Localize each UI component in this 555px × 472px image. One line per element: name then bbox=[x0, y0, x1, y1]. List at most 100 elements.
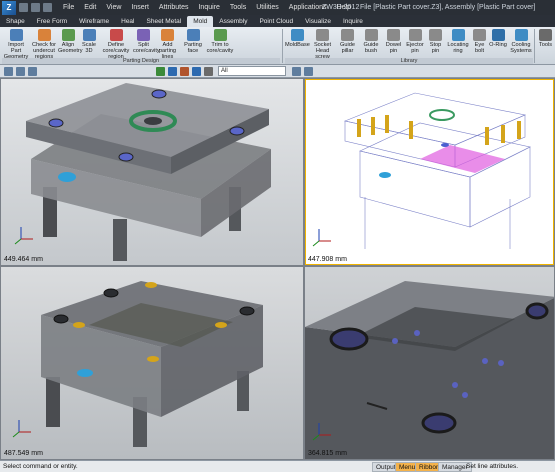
redo-icon[interactable] bbox=[28, 67, 37, 76]
parting-lines-button[interactable]: Add parting lines bbox=[155, 29, 180, 60]
title-bar: Z File Edit View Insert Attributes Inquire Too… bbox=[0, 0, 555, 15]
viewport-top-right[interactable]: 447.908 mm bbox=[304, 78, 555, 266]
menu-tools[interactable]: Tools bbox=[225, 0, 251, 15]
viewport-bottom-right[interactable]: 364.815 mm bbox=[304, 266, 555, 460]
axis-triad-icon bbox=[14, 227, 33, 245]
tab-free-form[interactable]: Free Form bbox=[31, 16, 73, 27]
viewport-bottom-left[interactable]: 487.549 mm bbox=[0, 266, 304, 460]
ejector-pin-button[interactable]: Ejector pin bbox=[405, 29, 425, 57]
ribbon-button-label: Eye bolt bbox=[474, 42, 485, 54]
menu-file[interactable]: File bbox=[58, 0, 79, 15]
status-message: Set line attributes. bbox=[466, 463, 519, 470]
wireframe-edges bbox=[343, 92, 531, 249]
menu-view[interactable]: View bbox=[101, 0, 126, 15]
tab-wireframe[interactable]: Wireframe bbox=[73, 16, 115, 27]
menu-inquire[interactable]: Inquire bbox=[193, 0, 224, 15]
o-ring-button[interactable]: O-Ring bbox=[489, 29, 507, 57]
cooling-fitting bbox=[379, 172, 391, 178]
parting-face-button[interactable]: Parting face bbox=[181, 29, 205, 57]
ribbon-button-label: Stop pin bbox=[429, 42, 442, 54]
import-part-button[interactable]: Import Part Geometry bbox=[3, 29, 29, 60]
leg bbox=[113, 219, 127, 261]
undo-icon[interactable] bbox=[16, 67, 25, 76]
tab-visualize[interactable]: Visualize bbox=[299, 16, 337, 27]
ribbon-button-label: Trim to core/cavity bbox=[206, 42, 234, 54]
view-size-readout: 364.815 mm bbox=[308, 450, 347, 457]
axis-triad-icon bbox=[12, 420, 31, 438]
view-toolbar: All bbox=[0, 65, 555, 78]
ribbon-button-label: Add parting lines bbox=[158, 42, 177, 60]
tab-mold[interactable]: Mold bbox=[187, 16, 214, 27]
tab-heal[interactable]: Heal bbox=[115, 16, 140, 27]
view-size-readout: 447.908 mm bbox=[308, 256, 347, 263]
window-title: File [Plastic Part cover.Z3], Assembly [… bbox=[360, 4, 536, 11]
viewport-top-left[interactable]: 449.464 mm bbox=[0, 78, 304, 266]
filter-select[interactable]: All bbox=[218, 66, 286, 76]
tools-button[interactable]: Tools bbox=[537, 29, 554, 57]
stop-pin-icon bbox=[429, 29, 442, 41]
core-cavity-insert bbox=[420, 145, 505, 173]
filter-icon[interactable] bbox=[156, 67, 165, 76]
undercut-check-button[interactable]: Check for undercut regions bbox=[30, 29, 58, 60]
moldbase-button[interactable]: MoldBase bbox=[285, 29, 310, 57]
tab-shape[interactable]: Shape bbox=[0, 16, 31, 27]
select-icon[interactable] bbox=[4, 67, 13, 76]
open-file-icon[interactable] bbox=[31, 3, 40, 12]
ribbon-button-label: Import Part Geometry bbox=[3, 42, 29, 60]
guide-pillar-button[interactable]: Guide pillar bbox=[336, 29, 359, 57]
mold-assembly-shaded-model bbox=[14, 83, 271, 261]
ribbon-tab-bar: Shape Free Form Wireframe Heal Sheet Metal Mo… bbox=[0, 15, 555, 27]
menu-attributes[interactable]: Attributes bbox=[154, 0, 194, 15]
screw-button[interactable]: Socket Head screw bbox=[310, 29, 335, 60]
tab-sheet-metal[interactable]: Sheet Metal bbox=[141, 16, 188, 27]
scale-button[interactable]: Scale 3D bbox=[79, 29, 99, 57]
define-region-button[interactable]: Define core/cavity region bbox=[100, 29, 132, 60]
guide-bush bbox=[118, 152, 134, 162]
align-geometry-icon bbox=[61, 29, 75, 41]
split-button[interactable]: Split core/cavity bbox=[133, 29, 160, 57]
save-icon[interactable] bbox=[43, 3, 52, 12]
pan-icon[interactable] bbox=[204, 67, 213, 76]
screw-icon bbox=[316, 29, 329, 41]
ribbon-button-label: Ejector pin bbox=[406, 42, 424, 54]
undercut-check-icon bbox=[37, 29, 51, 41]
stop-pin-button[interactable]: Stop pin bbox=[426, 29, 445, 57]
tab-assembly[interactable]: Assembly bbox=[213, 16, 253, 27]
ejector-pin-icon bbox=[408, 29, 422, 41]
ribbon-button-label: Tools bbox=[538, 42, 553, 48]
trim-button[interactable]: Trim to core/cavity bbox=[206, 29, 234, 57]
tab-point-cloud[interactable]: Point Cloud bbox=[253, 16, 299, 27]
ribbon-button-label: O-Ring bbox=[489, 42, 507, 48]
dowel-pin-icon bbox=[387, 29, 400, 41]
zoom-icon[interactable] bbox=[192, 67, 201, 76]
guide-bush bbox=[229, 126, 245, 136]
parting-face-icon bbox=[186, 29, 200, 41]
pick-filter-icon[interactable] bbox=[292, 67, 301, 76]
import-part-icon bbox=[9, 29, 23, 41]
app-logo-icon[interactable]: Z bbox=[2, 0, 16, 15]
menu-utilities[interactable]: Utilities bbox=[251, 0, 284, 15]
ribbon-button-label: Parting face bbox=[184, 42, 202, 54]
ribbon-button-label: Cooling Systems bbox=[510, 42, 532, 54]
locating-ring-button[interactable]: Locating ring bbox=[446, 29, 470, 57]
render-mode-icon[interactable] bbox=[180, 67, 189, 76]
split-icon bbox=[137, 29, 150, 41]
menu-insert[interactable]: Insert bbox=[126, 0, 154, 15]
snap-icon[interactable] bbox=[304, 67, 313, 76]
cube-view-icon[interactable] bbox=[168, 67, 177, 76]
ribbon-button-label: Guide pillar bbox=[340, 42, 355, 54]
cooling-button[interactable]: Cooling Systems bbox=[509, 29, 533, 57]
menu-edit[interactable]: Edit bbox=[79, 0, 101, 15]
new-file-icon[interactable] bbox=[19, 3, 28, 12]
eye-bolt-button[interactable]: Eye bolt bbox=[471, 29, 488, 57]
mold-assembly-wireframe-model bbox=[312, 92, 531, 249]
guide-bush-button[interactable]: Guide bush bbox=[360, 29, 382, 57]
o-ring-icon bbox=[491, 29, 505, 41]
dowel-pin-button[interactable]: Dowel pin bbox=[383, 29, 404, 57]
command-prompt[interactable]: Select command or entity. bbox=[3, 461, 78, 472]
ribbon-separator bbox=[534, 29, 535, 63]
tab-inquire[interactable]: Inquire bbox=[337, 16, 369, 27]
status-bar: Select command or entity. Output Menu Ri… bbox=[0, 460, 555, 472]
align-geometry-button[interactable]: Align Geometry bbox=[58, 29, 83, 57]
guide-bush bbox=[151, 89, 167, 99]
